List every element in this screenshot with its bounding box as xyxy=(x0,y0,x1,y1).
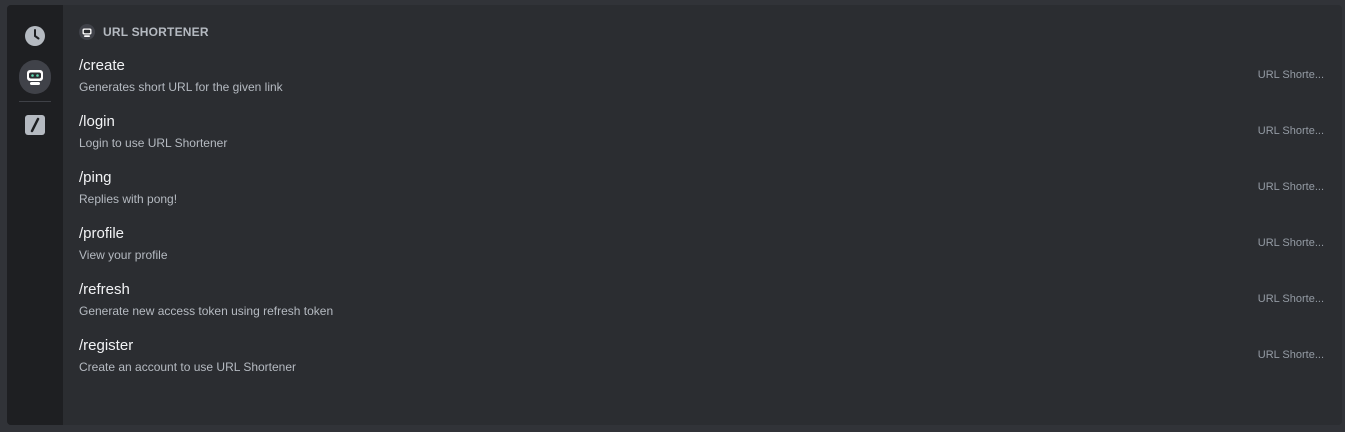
command-name: /register xyxy=(79,336,134,354)
command-name: /profile xyxy=(79,224,125,242)
bot-avatar-icon xyxy=(79,24,95,40)
command-source: URL Shorte... xyxy=(1257,181,1324,193)
command-category-rail xyxy=(7,5,63,425)
section-header: URL SHORTENER xyxy=(79,20,1342,44)
command-name: /ping xyxy=(79,168,112,186)
section-title: URL SHORTENER xyxy=(103,25,209,39)
rail-item-builtin[interactable] xyxy=(19,111,51,143)
command-source: URL Shorte... xyxy=(1257,237,1324,249)
command-name: /create xyxy=(79,56,125,74)
rail-divider xyxy=(19,101,51,102)
command-name: /refresh xyxy=(79,280,130,298)
command-description: Create an account to use URL Shortener xyxy=(79,359,297,374)
command-item-profile[interactable]: /profile View your profile URL Shorte... xyxy=(79,215,1342,271)
command-source: URL Shorte... xyxy=(1257,349,1324,361)
command-source: URL Shorte... xyxy=(1257,125,1324,137)
rail-item-url-shortener[interactable] xyxy=(19,59,51,97)
command-description: Generates short URL for the given link xyxy=(79,79,283,94)
command-name: /login xyxy=(79,112,115,130)
command-description: Generate new access token using refresh … xyxy=(79,303,334,318)
command-item-create[interactable]: /create Generates short URL for the give… xyxy=(79,47,1342,103)
command-item-register[interactable]: /register Create an account to use URL S… xyxy=(79,327,1342,383)
command-description: Login to use URL Shortener xyxy=(79,135,228,150)
command-item-refresh[interactable]: /refresh Generate new access token using… xyxy=(79,271,1342,327)
command-item-ping[interactable]: /ping Replies with pong! URL Shorte... xyxy=(79,159,1342,215)
bot-avatar-icon xyxy=(19,59,51,97)
command-item-login[interactable]: /login Login to use URL Shortener URL Sh… xyxy=(79,103,1342,159)
rail-item-recent[interactable] xyxy=(19,22,51,54)
command-list: /create Generates short URL for the give… xyxy=(79,47,1342,383)
command-description: Replies with pong! xyxy=(79,191,178,206)
command-list-area: URL SHORTENER /create Generates short UR… xyxy=(63,5,1342,425)
command-description: View your profile xyxy=(79,247,168,262)
command-source: URL Shorte... xyxy=(1257,69,1324,81)
slash-command-icon xyxy=(24,114,46,141)
command-source: URL Shorte... xyxy=(1257,293,1324,305)
command-picker-panel: URL SHORTENER /create Generates short UR… xyxy=(7,5,1342,425)
clock-icon xyxy=(23,24,47,53)
